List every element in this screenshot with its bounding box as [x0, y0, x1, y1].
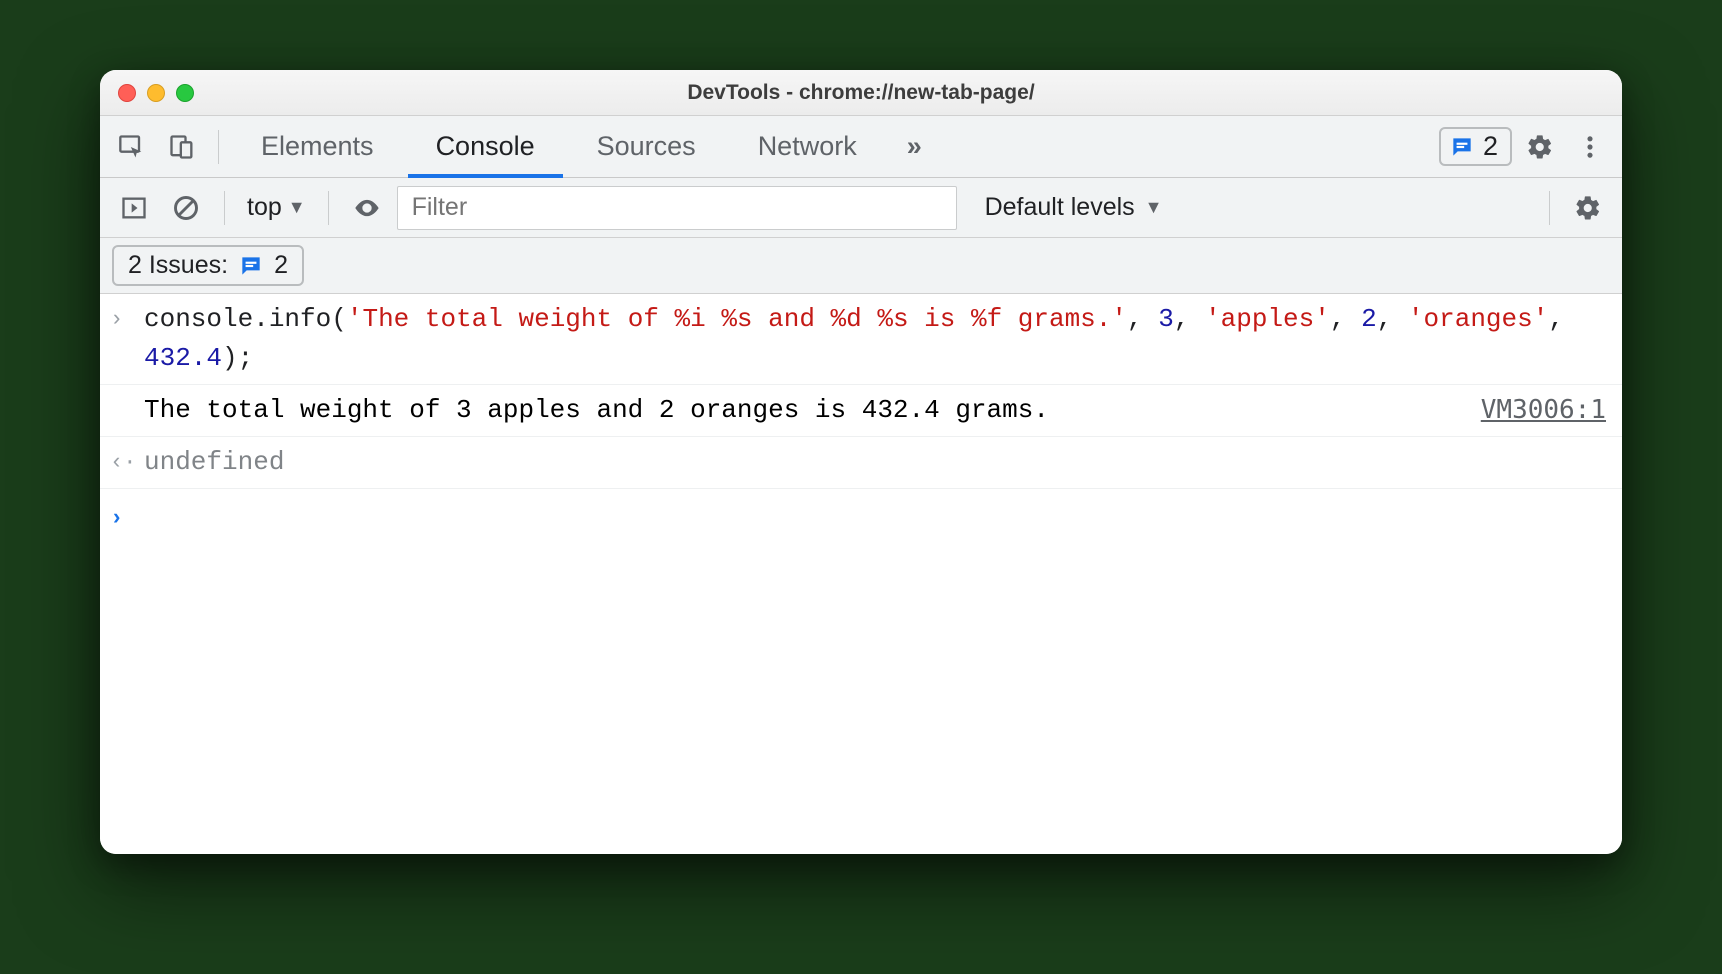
token-punct: , — [1377, 304, 1408, 334]
tab-label: Console — [436, 131, 535, 162]
token-number: 432.4 — [144, 343, 222, 373]
sidebar-icon — [120, 194, 148, 222]
levels-label: Default levels — [985, 193, 1135, 222]
divider — [328, 191, 329, 225]
token-string: 'apples' — [1205, 304, 1330, 334]
issues-count: 2 — [274, 251, 288, 280]
issues-icon — [1449, 134, 1475, 160]
console-prompt[interactable]: › — [100, 489, 1622, 541]
log-text: The total weight of 3 apples and 2 orang… — [144, 395, 1049, 425]
tab-label: Network — [758, 131, 857, 162]
tab-console[interactable]: Console — [408, 116, 563, 178]
toggle-sidebar-button[interactable] — [112, 186, 156, 230]
minimize-window-button[interactable] — [147, 84, 165, 102]
inspect-element-icon[interactable] — [110, 125, 154, 169]
eye-icon — [353, 194, 381, 222]
chevron-down-icon: ▼ — [1145, 197, 1163, 218]
return-text: undefined — [144, 443, 1606, 482]
divider — [1549, 191, 1550, 225]
filter-input[interactable] — [397, 186, 957, 230]
tab-network[interactable]: Network — [730, 116, 885, 178]
tab-elements[interactable]: Elements — [233, 116, 402, 178]
console-input-echo: › console.info('The total weight of %i %… — [100, 294, 1622, 385]
token-number: 2 — [1361, 304, 1377, 334]
token-punct: , — [1174, 304, 1205, 334]
tab-sources[interactable]: Sources — [569, 116, 724, 178]
tab-label: Elements — [261, 131, 374, 162]
live-expression-button[interactable] — [345, 186, 389, 230]
token-string: 'oranges' — [1408, 304, 1548, 334]
token-punct: , — [1330, 304, 1361, 334]
gutter-spacer — [110, 391, 144, 394]
kebab-icon — [1576, 133, 1604, 161]
chevron-right-icon: » — [907, 131, 922, 162]
token-punct: ( — [331, 304, 347, 334]
token-number: 3 — [1158, 304, 1174, 334]
token-identifier: console — [144, 304, 253, 334]
log-content: VM3006:1 The total weight of 3 apples an… — [144, 391, 1606, 430]
context-label: top — [247, 193, 282, 222]
window-title: DevTools - chrome://new-tab-page/ — [100, 81, 1622, 105]
clear-console-button[interactable] — [164, 186, 208, 230]
issues-row: 2 Issues: 2 — [100, 238, 1622, 294]
console-return-value: ‹· undefined — [100, 437, 1622, 489]
source-link[interactable]: VM3006:1 — [1481, 391, 1606, 430]
console-toolbar: top ▼ Default levels ▼ — [100, 178, 1622, 238]
chevron-down-icon: ▼ — [288, 197, 306, 218]
devtools-window: DevTools - chrome://new-tab-page/ Elemen… — [100, 70, 1622, 854]
issues-button[interactable]: 2 Issues: 2 — [112, 245, 304, 286]
prompt-marker-icon: › — [110, 499, 144, 535]
gear-icon — [1526, 133, 1554, 161]
gear-icon — [1574, 194, 1602, 222]
token-punct: ); — [222, 343, 253, 373]
tab-label: Sources — [597, 131, 696, 162]
close-window-button[interactable] — [118, 84, 136, 102]
issues-label: 2 Issues: — [128, 251, 228, 280]
issues-counter[interactable]: 2 — [1439, 127, 1512, 166]
device-toolbar-icon[interactable] — [160, 125, 204, 169]
issues-icon — [238, 253, 264, 279]
console-settings-button[interactable] — [1566, 186, 1610, 230]
input-marker-icon: › — [110, 300, 144, 336]
window-controls — [118, 84, 194, 102]
titlebar: DevTools - chrome://new-tab-page/ — [100, 70, 1622, 116]
main-tabbar: Elements Console Sources Network » 2 — [100, 116, 1622, 178]
code-line: console.info('The total weight of %i %s … — [144, 300, 1606, 378]
issues-count: 2 — [1483, 131, 1498, 162]
divider — [224, 191, 225, 225]
divider — [218, 130, 219, 164]
token-punct: . — [253, 304, 269, 334]
more-tabs-button[interactable]: » — [891, 116, 938, 178]
return-marker-icon: ‹· — [110, 443, 144, 479]
zoom-window-button[interactable] — [176, 84, 194, 102]
kebab-menu-button[interactable] — [1568, 125, 1612, 169]
token-punct: , — [1548, 304, 1579, 334]
clear-icon — [172, 194, 200, 222]
console-output[interactable]: › console.info('The total weight of %i %… — [100, 294, 1622, 854]
log-levels-selector[interactable]: Default levels ▼ — [985, 193, 1163, 222]
execution-context-selector[interactable]: top ▼ — [241, 193, 312, 222]
token-punct: , — [1127, 304, 1158, 334]
token-identifier: info — [269, 304, 331, 334]
console-log-message: VM3006:1 The total weight of 3 apples an… — [100, 385, 1622, 437]
token-string: 'The total weight of %i %s and %d %s is … — [347, 304, 1127, 334]
settings-button[interactable] — [1518, 125, 1562, 169]
